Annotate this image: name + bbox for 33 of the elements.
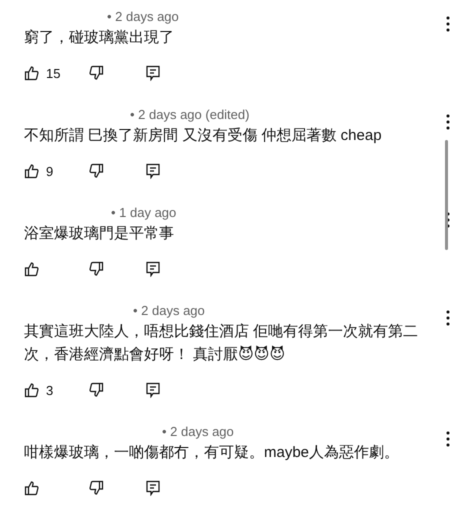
- comment-text: 不知所謂 巳換了新房間 又沒有受傷 仲想屈著數 cheap: [24, 126, 382, 146]
- comment-text: 浴室爆玻璃門是平常事: [24, 224, 174, 244]
- reply-icon: [145, 261, 161, 277]
- comment-timestamp: • 2 days ago (edited): [130, 106, 250, 124]
- comment-timestamp: • 2 days ago: [162, 423, 234, 441]
- reply-icon: [145, 382, 161, 398]
- thumbs-down-icon: [88, 163, 104, 179]
- comment-text: 咁樣爆玻璃，一啲傷都冇，有可疑。maybe人為惡作劇。: [24, 443, 400, 463]
- thumbs-up-icon: [24, 382, 40, 398]
- reply-icon: [145, 163, 161, 179]
- thumbs-down-icon: [88, 261, 104, 277]
- like-button[interactable]: 9: [24, 163, 88, 179]
- reply-icon: [145, 65, 161, 81]
- comment-text: 窮了，碰玻璃黨出現了: [24, 28, 174, 48]
- thumbs-up-icon: [24, 163, 40, 179]
- comment-timestamp: • 1 day ago: [111, 204, 176, 222]
- comment-text: 其實這班大陸人，唔想比錢住酒店 佢哋有得第一次就有第二次，香港經濟點會好呀！ 真討厭😈😈😈: [24, 322, 420, 365]
- thumbs-down-icon: [88, 382, 104, 398]
- thumbs-up-icon: [24, 65, 40, 81]
- more-options-icon[interactable]: [446, 310, 450, 326]
- comment-timestamp: • 2 days ago: [133, 302, 205, 320]
- more-options-icon[interactable]: [446, 16, 450, 32]
- thumbs-down-icon: [88, 65, 104, 81]
- more-options-icon[interactable]: [446, 431, 450, 447]
- like-button[interactable]: 3: [24, 382, 88, 398]
- scrollbar[interactable]: [445, 140, 448, 250]
- thumbs-up-icon: [24, 261, 40, 277]
- reply-icon: [145, 480, 161, 496]
- comment-timestamp: • 2 days ago: [107, 8, 179, 26]
- thumbs-down-icon: [88, 480, 104, 496]
- like-button[interactable]: 15: [24, 65, 88, 81]
- thumbs-up-icon: [24, 480, 40, 496]
- more-options-icon[interactable]: [446, 114, 450, 130]
